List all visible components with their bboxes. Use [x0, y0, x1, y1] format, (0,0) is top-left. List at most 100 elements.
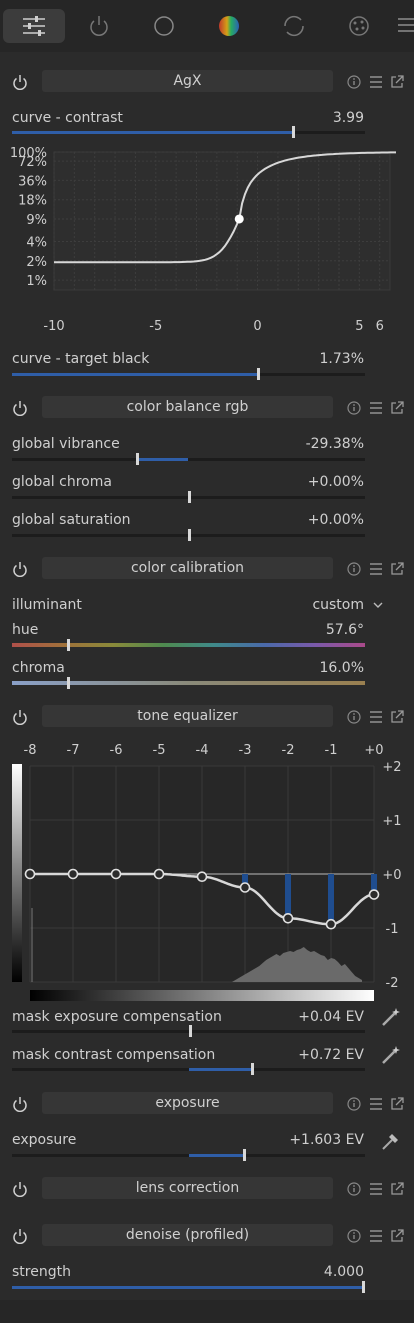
external-link-icon[interactable]	[389, 400, 405, 416]
slider-handle[interactable]	[362, 1281, 365, 1293]
slider-handle[interactable]	[291, 126, 295, 138]
power-icon[interactable]	[12, 561, 28, 577]
color-tab[interactable]	[198, 9, 260, 43]
chroma-cal-slider[interactable]	[12, 677, 365, 689]
info-icon[interactable]	[346, 561, 362, 577]
presets-icon[interactable]	[368, 1096, 384, 1112]
lens-correction-module-header[interactable]: lens correction	[0, 1171, 414, 1207]
slider-handle[interactable]	[67, 677, 71, 689]
x-tick-label: -5	[149, 319, 162, 334]
agx-module-header[interactable]: AgX	[0, 64, 414, 100]
info-icon[interactable]	[346, 1096, 362, 1112]
strength-label: strength	[12, 1264, 71, 1280]
tone-equalizer-module-header[interactable]: tone equalizer	[0, 699, 414, 735]
target-black-slider[interactable]	[12, 368, 365, 380]
slider-handle[interactable]	[251, 1063, 255, 1075]
slider-handle[interactable]	[257, 368, 261, 380]
x-tick-label: -8	[24, 743, 37, 758]
presets-icon[interactable]	[368, 709, 384, 725]
vibrance-value: -29.38%	[305, 436, 364, 452]
module-title: denoise (profiled)	[42, 1224, 333, 1246]
y-tick-label: 72%	[18, 155, 47, 170]
slider-fill	[12, 373, 259, 376]
info-icon[interactable]	[346, 709, 362, 725]
presets-icon[interactable]	[368, 1228, 384, 1244]
active-modules-tab[interactable]	[3, 9, 65, 43]
power-icon[interactable]	[12, 709, 28, 725]
power-icon[interactable]	[12, 1228, 28, 1244]
hue-slider[interactable]	[12, 639, 365, 651]
exposure-module-header[interactable]: exposure	[0, 1086, 414, 1122]
tone-equalizer-graph[interactable]: -8 -7 -6 -5 -4 -3 -2 -1 +0 +2 +1 +0 -1 -2	[0, 738, 414, 1004]
external-link-icon[interactable]	[389, 561, 405, 577]
mask-exposure-label: mask exposure compensation	[12, 1009, 222, 1025]
module-title: AgX	[42, 70, 333, 92]
band-node	[368, 889, 380, 900]
presets-icon[interactable]	[368, 74, 384, 90]
external-link-icon[interactable]	[389, 1096, 405, 1112]
slider-handle[interactable]	[187, 491, 191, 503]
exposure-label: exposure	[12, 1132, 77, 1148]
band-adjustment-bar	[285, 874, 291, 919]
contrast-value: 3.99	[332, 110, 364, 126]
info-icon[interactable]	[346, 1181, 362, 1197]
power-icon[interactable]	[12, 1096, 28, 1112]
presets-icon[interactable]	[368, 561, 384, 577]
power-tab[interactable]	[68, 9, 130, 43]
chroma-cal-value: 16.0%	[319, 660, 364, 676]
film-icon	[349, 16, 369, 36]
menu-icon[interactable]	[398, 17, 414, 37]
strength-slider[interactable]	[12, 1281, 365, 1293]
mask-contrast-slider[interactable]	[12, 1063, 365, 1075]
x-tick-label: -5	[153, 743, 166, 758]
external-link-icon[interactable]	[389, 74, 405, 90]
denoise-module-header[interactable]: denoise (profiled)	[0, 1218, 414, 1254]
circle-tab[interactable]	[133, 9, 195, 43]
x-tick-label: -7	[67, 743, 80, 758]
band-adjustment-bar	[328, 874, 334, 925]
magic-wand-icon[interactable]	[380, 1006, 402, 1028]
x-tick-label: 5	[355, 319, 363, 334]
illuminant-dropdown[interactable]: custom	[312, 597, 364, 613]
power-icon[interactable]	[12, 74, 28, 90]
band-node	[239, 882, 251, 893]
chevron-down-icon[interactable]	[372, 600, 384, 610]
module-title: color balance rgb	[42, 396, 333, 418]
slider-handle[interactable]	[189, 1025, 193, 1037]
magic-wand-icon[interactable]	[380, 1044, 402, 1066]
effects-tab[interactable]	[328, 9, 390, 43]
refresh-tab[interactable]	[263, 9, 325, 43]
color-balance-module-header[interactable]: color balance rgb	[0, 390, 414, 426]
refresh-icon	[284, 15, 304, 37]
power-icon[interactable]	[12, 400, 28, 416]
color-picker-icon[interactable]	[380, 1130, 402, 1152]
power-icon[interactable]	[12, 1181, 28, 1197]
module-title: lens correction	[42, 1177, 333, 1199]
y-tick-label: +0	[382, 868, 401, 883]
info-icon[interactable]	[346, 74, 362, 90]
target-black-value: 1.73%	[319, 351, 364, 367]
strength-value: 4.000	[323, 1264, 364, 1280]
slider-handle[interactable]	[242, 1149, 246, 1161]
mask-exposure-slider[interactable]	[12, 1025, 365, 1037]
x-tick-label: -1	[325, 743, 338, 758]
presets-icon[interactable]	[368, 400, 384, 416]
saturation-slider[interactable]	[12, 529, 365, 541]
presets-icon[interactable]	[368, 1181, 384, 1197]
exposure-slider[interactable]	[12, 1149, 365, 1161]
contrast-slider[interactable]	[12, 126, 365, 138]
slider-handle[interactable]	[187, 529, 191, 541]
x-tick-label: 6	[376, 319, 384, 334]
chroma-slider[interactable]	[12, 491, 365, 503]
agx-curve-graph[interactable]: 100%72%36%18%9%4%2%1%-10 -5 0 5 6	[0, 140, 414, 340]
external-link-icon[interactable]	[389, 1228, 405, 1244]
vibrance-slider[interactable]	[12, 453, 365, 465]
slider-handle[interactable]	[67, 639, 71, 651]
exposure-gradient-bar	[30, 990, 374, 1001]
info-icon[interactable]	[346, 1228, 362, 1244]
slider-handle[interactable]	[135, 453, 139, 465]
color-calibration-module-header[interactable]: color calibration	[0, 551, 414, 587]
external-link-icon[interactable]	[389, 709, 405, 725]
external-link-icon[interactable]	[389, 1181, 405, 1197]
info-icon[interactable]	[346, 400, 362, 416]
